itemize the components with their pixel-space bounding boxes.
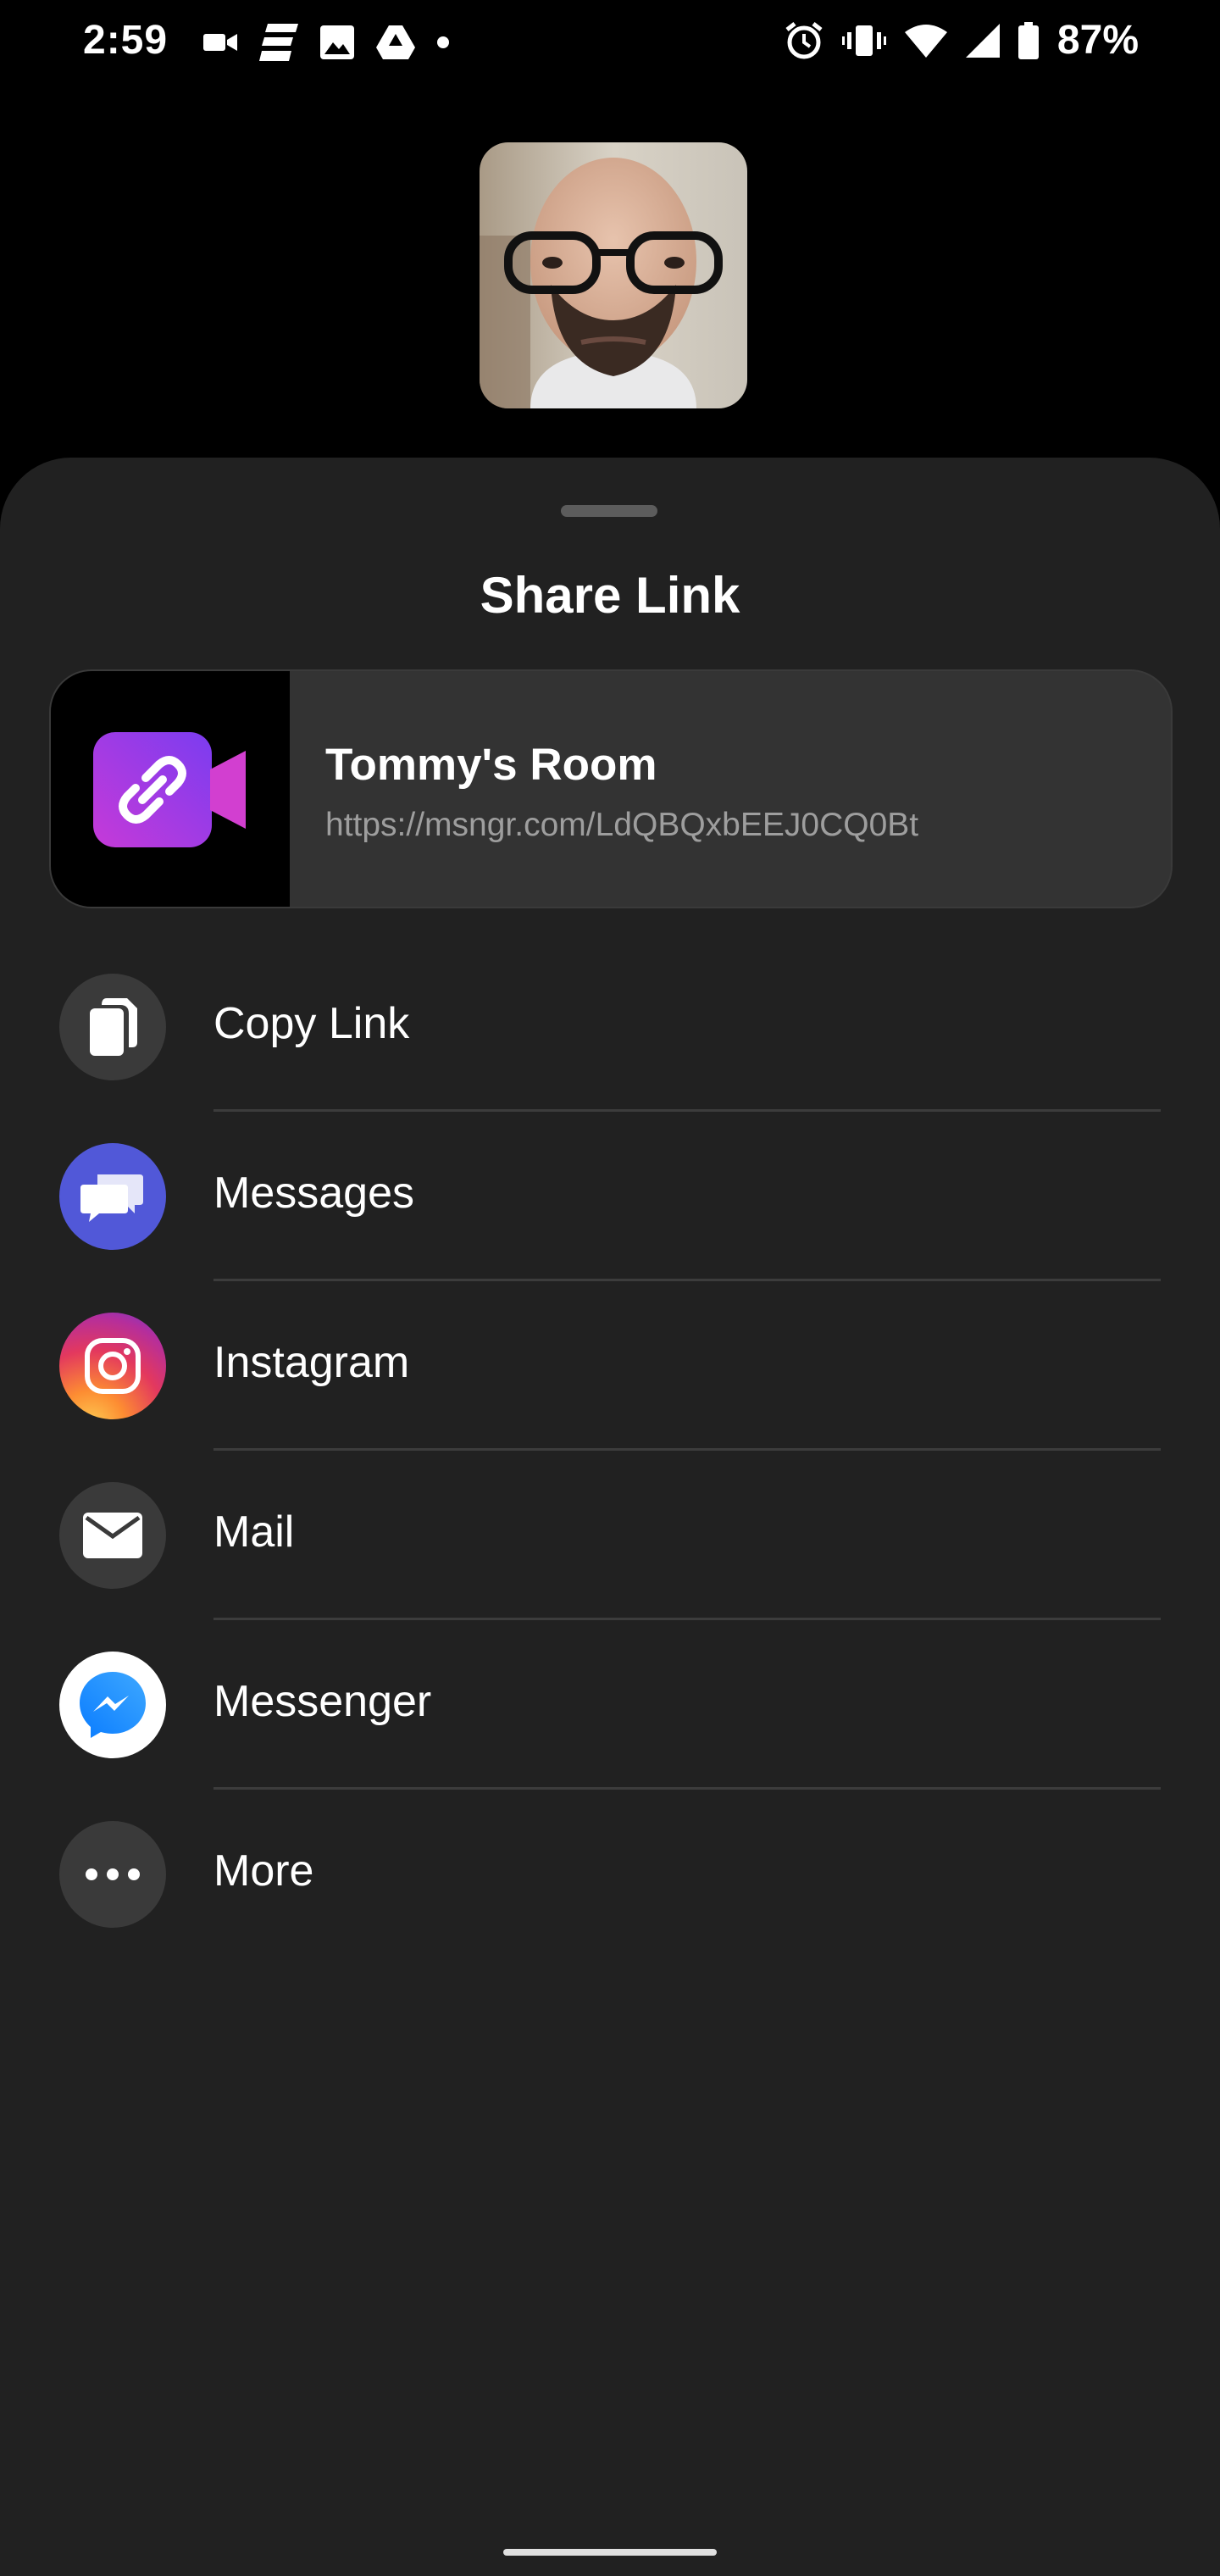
messenger-icon xyxy=(59,1652,166,1758)
share-sheet: Share Link Tommy's Room https://msngr.co… xyxy=(0,458,1220,2576)
instagram-icon xyxy=(59,1313,166,1419)
battery-percent: 87% xyxy=(1056,18,1139,63)
share-messenger[interactable]: Messenger xyxy=(0,1620,1220,1790)
share-label: Copy Link xyxy=(214,999,410,1048)
google-drive-icon xyxy=(376,25,415,59)
room-thumbnail xyxy=(51,671,290,907)
status-notification-icons xyxy=(203,24,449,61)
messages-icon xyxy=(59,1143,166,1250)
wifi-icon xyxy=(904,24,947,58)
battery-icon xyxy=(1018,21,1039,59)
room-link-url: https://msngr.com/LdQBQxbEEJ0CQ0Bt xyxy=(325,807,919,843)
share-messages[interactable]: Messages xyxy=(0,1112,1220,1281)
share-targets-list: Copy Link Messages Instagram Mail Messen… xyxy=(0,942,1220,1959)
copy-icon xyxy=(59,974,166,1080)
image-icon xyxy=(320,25,354,59)
share-label: Messages xyxy=(214,1169,414,1218)
video-camera-icon xyxy=(203,30,237,55)
self-video-image xyxy=(480,142,747,408)
share-label: Instagram xyxy=(214,1338,410,1387)
self-video-preview[interactable] xyxy=(480,142,747,408)
status-system-icons: 87% xyxy=(785,17,1139,64)
vibrate-icon xyxy=(841,24,886,58)
sheet-title: Share Link xyxy=(480,567,740,624)
share-instagram[interactable]: Instagram xyxy=(0,1281,1220,1451)
room-name: Tommy's Room xyxy=(325,740,657,790)
gesture-nav-handle[interactable] xyxy=(503,2549,717,2556)
dot-icon xyxy=(437,36,449,48)
share-more[interactable]: More xyxy=(0,1790,1220,1959)
more-icon xyxy=(59,1821,166,1928)
espn-icon xyxy=(259,24,298,61)
room-link-card[interactable]: Tommy's Room https://msngr.com/LdQBQxbEE… xyxy=(49,669,1173,908)
mail-icon xyxy=(59,1482,166,1589)
status-time: 2:59 xyxy=(83,18,169,63)
share-mail[interactable]: Mail xyxy=(0,1451,1220,1620)
cell-signal-icon xyxy=(965,23,1000,58)
share-label: Messenger xyxy=(214,1677,432,1726)
share-label: More xyxy=(214,1846,314,1896)
sheet-drag-handle[interactable] xyxy=(561,505,657,517)
room-link-video-icon xyxy=(93,732,246,852)
alarm-icon xyxy=(785,21,824,60)
status-bar: 2:59 87% xyxy=(0,0,1220,85)
share-label: Mail xyxy=(214,1507,295,1557)
share-copy-link[interactable]: Copy Link xyxy=(0,942,1220,1112)
